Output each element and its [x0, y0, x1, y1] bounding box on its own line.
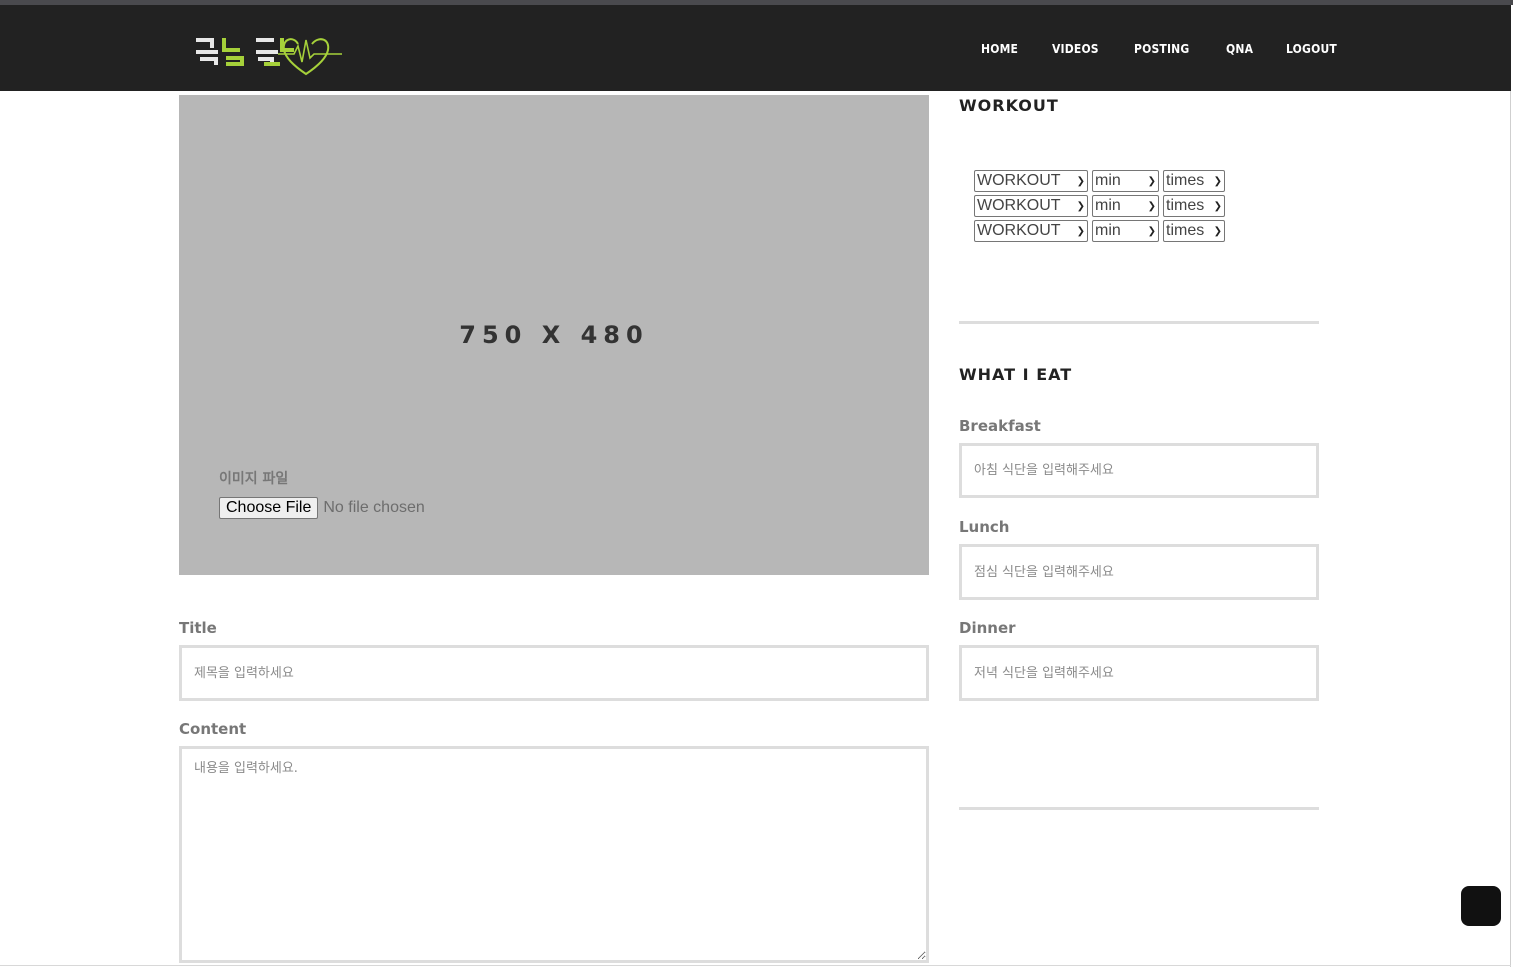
chevron-down-icon: ❯: [1076, 225, 1085, 237]
workout-select-value: WORKOUT: [977, 172, 1061, 189]
chevron-down-icon: ❯: [1213, 175, 1222, 187]
chevron-down-icon: ❯: [1213, 200, 1222, 212]
workout-row: WORKOUT ❯ min ❯ times ❯: [974, 220, 1225, 242]
workout-list: WORKOUT ❯ min ❯ times ❯ WORKOUT ❯ min ❯ times…: [974, 170, 1225, 245]
workout-row: WORKOUT ❯ min ❯ times ❯: [974, 195, 1225, 217]
chevron-down-icon: ❯: [1147, 225, 1156, 237]
dinner-label: Dinner: [959, 619, 1016, 637]
nav-logout[interactable]: LOGOUT: [1286, 41, 1337, 57]
breakfast-input[interactable]: [959, 443, 1319, 498]
lunch-label: Lunch: [959, 518, 1010, 536]
title-input[interactable]: [179, 645, 929, 701]
dinner-input[interactable]: [959, 645, 1319, 701]
site-logo[interactable]: [194, 30, 344, 78]
floating-chat-button[interactable]: [1461, 886, 1501, 926]
image-file-label: 이미지 파일: [219, 471, 289, 487]
title-label: Title: [179, 619, 217, 637]
chevron-down-icon: ❯: [1213, 225, 1222, 237]
chevron-down-icon: ❯: [1147, 200, 1156, 212]
nav-qna[interactable]: QNA: [1226, 41, 1253, 57]
workout-select-value: WORKOUT: [977, 222, 1061, 239]
navbar: HOME VIDEOS POSTING QNA LOGOUT: [0, 5, 1511, 91]
content-label: Content: [179, 720, 247, 738]
chevron-down-icon: ❯: [1147, 175, 1156, 187]
workout-row: WORKOUT ❯ min ❯ times ❯: [974, 170, 1225, 192]
workout-select[interactable]: WORKOUT ❯: [974, 170, 1088, 192]
meals-heading: WHAT I EAT: [959, 365, 1073, 384]
heartbeat-logo-icon: [196, 38, 342, 76]
content-textarea[interactable]: [179, 746, 929, 963]
times-select-value: times: [1166, 222, 1205, 239]
minutes-select[interactable]: min ❯: [1092, 220, 1159, 242]
minutes-select-value: min: [1095, 222, 1121, 239]
times-select-value: times: [1166, 197, 1205, 214]
times-select[interactable]: times ❯: [1163, 220, 1225, 242]
nav-home[interactable]: HOME: [981, 41, 1018, 57]
page-bottom-edge: [0, 965, 1511, 966]
times-select[interactable]: times ❯: [1163, 195, 1225, 217]
workout-select-value: WORKOUT: [977, 197, 1061, 214]
minutes-select[interactable]: min ❯: [1092, 195, 1159, 217]
times-select-value: times: [1166, 172, 1205, 189]
file-status-text: No file chosen: [323, 499, 425, 516]
section-divider: [959, 807, 1319, 810]
nav-menu: HOME VIDEOS POSTING QNA LOGOUT: [981, 41, 1343, 57]
workout-select[interactable]: WORKOUT ❯: [974, 195, 1088, 217]
nav-posting[interactable]: POSTING: [1134, 41, 1189, 57]
minutes-select[interactable]: min ❯: [1092, 170, 1159, 192]
workout-heading: WORKOUT: [959, 96, 1059, 115]
minutes-select-value: min: [1095, 172, 1121, 189]
section-divider: [959, 321, 1319, 324]
workout-select[interactable]: WORKOUT ❯: [974, 220, 1088, 242]
choose-file-button[interactable]: Choose File: [219, 497, 319, 519]
breakfast-label: Breakfast: [959, 417, 1041, 435]
chevron-down-icon: ❯: [1076, 175, 1085, 187]
nav-videos[interactable]: VIDEOS: [1052, 41, 1099, 57]
lunch-input[interactable]: [959, 544, 1319, 600]
times-select[interactable]: times ❯: [1163, 170, 1225, 192]
chevron-down-icon: ❯: [1076, 200, 1085, 212]
image-preview-placeholder: 750 X 480 이미지 파일 Choose File No file cho…: [179, 95, 929, 575]
minutes-select-value: min: [1095, 197, 1121, 214]
page-right-edge: [1510, 91, 1511, 967]
image-size-text: 750 X 480: [459, 321, 649, 349]
file-input[interactable]: Choose File No file chosen: [219, 497, 425, 519]
